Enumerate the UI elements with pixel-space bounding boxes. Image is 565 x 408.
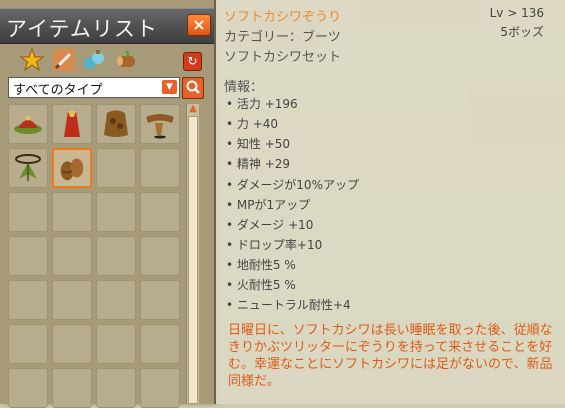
leaf-amulet-icon xyxy=(15,154,41,181)
item-slot[interactable] xyxy=(52,236,92,276)
chevron-down-icon[interactable]: ▼ xyxy=(162,80,177,94)
scroll-up-icon[interactable]: ▲ xyxy=(188,104,198,114)
red-hat-icon xyxy=(14,115,42,134)
stat-line: • 力 +40 xyxy=(226,117,279,131)
type-select-value: すべてのタイプ xyxy=(13,83,103,98)
scroll-thumb[interactable] xyxy=(188,116,198,404)
stat-line: • ダメージ +10 xyxy=(226,218,314,232)
item-set: ソフトカシワセット xyxy=(224,50,342,65)
stat-line: • ダメージが10%アップ xyxy=(226,178,359,192)
red-cape-icon xyxy=(64,111,80,137)
close-button[interactable]: × xyxy=(187,14,211,36)
stat-line: • 精神 +29 xyxy=(226,157,291,171)
item-slot[interactable] xyxy=(52,368,92,408)
brown-cloak-icon xyxy=(104,110,128,137)
item-slot[interactable] xyxy=(140,324,180,364)
item-slot[interactable] xyxy=(96,236,136,276)
item-slot[interactable] xyxy=(96,280,136,320)
stat-line: • ドロップ率+10 xyxy=(226,238,323,252)
window-title: アイテムリスト xyxy=(6,17,158,41)
item-list-window: アイテムリスト × ↻ すべてのタイプ ▼ ▲ xyxy=(0,0,216,408)
item-slot[interactable] xyxy=(8,324,48,364)
type-select[interactable]: すべてのタイプ ▼ xyxy=(8,77,180,98)
refresh-icon[interactable]: ↻ xyxy=(183,52,202,71)
item-slot[interactable] xyxy=(8,104,48,144)
item-slot[interactable] xyxy=(8,368,48,408)
window-titlebar[interactable]: アイテムリスト × xyxy=(0,8,214,44)
item-slot[interactable] xyxy=(8,192,48,232)
consumable-icon[interactable] xyxy=(82,48,106,72)
item-slot-selected[interactable] xyxy=(52,148,92,188)
item-category: カテゴリー：ブーツ xyxy=(224,30,341,45)
soft-boots-icon xyxy=(60,158,84,181)
item-slot[interactable] xyxy=(8,236,48,276)
item-slot[interactable] xyxy=(140,236,180,276)
item-slot[interactable] xyxy=(140,280,180,320)
item-slot[interactable] xyxy=(96,148,136,188)
item-slot[interactable] xyxy=(8,148,48,188)
item-description: 日曜日に、ソフトカシワは長い睡眠を取った後、従順なきりかぶツリッターにぞうりを持… xyxy=(228,323,553,389)
resource-icon[interactable] xyxy=(114,48,138,72)
item-slot[interactable] xyxy=(52,192,92,232)
item-slot[interactable] xyxy=(96,324,136,364)
info-header: 情報： xyxy=(224,80,264,95)
stat-line: • 知性 +50 xyxy=(226,137,291,151)
item-slot[interactable] xyxy=(96,192,136,232)
search-button[interactable] xyxy=(182,77,204,99)
item-slot[interactable] xyxy=(140,192,180,232)
item-name: ソフトカシワぞうり xyxy=(224,10,342,25)
item-slot[interactable] xyxy=(52,280,92,320)
item-list-scrollbar[interactable]: ▲ xyxy=(186,104,199,404)
stat-line: • MPが1アップ xyxy=(226,198,311,212)
stat-line: • 火耐性5 % xyxy=(226,278,296,292)
item-grid xyxy=(8,104,184,408)
item-slot[interactable] xyxy=(52,324,92,364)
category-bar: ↻ xyxy=(6,47,208,74)
brown-belt-icon xyxy=(146,114,174,139)
stat-line: • 地耐性5 % xyxy=(226,258,296,272)
item-slot[interactable] xyxy=(8,280,48,320)
item-slot[interactable] xyxy=(140,368,180,408)
item-slot[interactable] xyxy=(140,148,180,188)
item-slot[interactable] xyxy=(52,104,92,144)
item-slot[interactable] xyxy=(96,104,136,144)
item-socket: 5ボッズ xyxy=(500,25,544,39)
item-slot[interactable] xyxy=(96,368,136,408)
stat-line: • ニュートラル耐性+4 xyxy=(226,298,351,312)
stat-line: • 活力 +196 xyxy=(226,97,298,111)
favorite-star-icon[interactable] xyxy=(19,47,45,72)
item-level: Lv > 136 xyxy=(489,6,544,20)
item-tooltip: ソフトカシワぞうり Lv > 136 5ボッズ カテゴリー：ブーツ ソフトカシワ… xyxy=(216,0,565,404)
weapon-icon[interactable] xyxy=(52,48,76,72)
search-icon xyxy=(186,80,200,94)
item-slot[interactable] xyxy=(140,104,180,144)
